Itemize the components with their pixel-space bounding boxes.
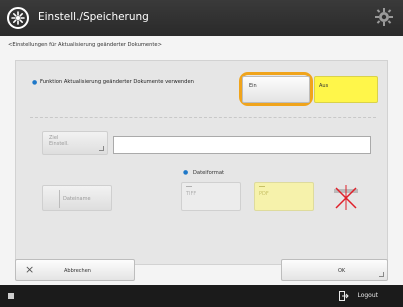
file-name-button[interactable]: Dateiname — [42, 185, 112, 211]
function-setting-label: ● Funktion Aktualisierung geänderter Dok… — [32, 79, 202, 86]
ok-button[interactable]: OK — [281, 259, 388, 281]
destination-button-label: Ziel Einstell. — [49, 135, 69, 147]
bullet-icon: ● — [183, 169, 189, 176]
format-disabled-icon — [334, 185, 358, 210]
logout-button[interactable]: Logout — [357, 292, 378, 299]
function-label-text: Funktion Aktualisierung geänderter Dokum… — [40, 79, 194, 85]
ok-label: OK — [338, 268, 346, 274]
settings-wheel-icon — [7, 7, 29, 29]
off-button-label: Aus — [319, 83, 329, 89]
format-pdf-label: PDF — [259, 191, 269, 197]
status-bar: Logout — [0, 285, 403, 307]
title-bar: Einstell./Speicherung — [0, 0, 403, 36]
destination-settings-button[interactable]: Ziel Einstell. — [42, 131, 108, 155]
separator — [30, 117, 376, 118]
format-pdf-button[interactable]: PDF — [254, 182, 314, 211]
off-button[interactable]: Aus — [314, 76, 378, 103]
file-format-label: ● Dateiformat — [183, 169, 224, 176]
close-icon: × — [25, 263, 35, 276]
on-button-label: Ein — [249, 83, 257, 89]
content-area: <Einstellungen für Aktualisierung geände… — [0, 36, 403, 285]
cancel-label: Abbrechen — [64, 268, 91, 274]
cancel-button[interactable]: × Abbrechen — [15, 259, 135, 281]
page-title: Einstell./Speicherung — [38, 11, 149, 23]
format-tiff-button[interactable]: TIFF — [181, 182, 241, 211]
file-name-label: Dateiname — [63, 196, 91, 202]
logout-icon[interactable] — [339, 291, 349, 301]
format-mark-icon — [259, 186, 265, 187]
gear-icon[interactable] — [375, 8, 393, 26]
on-button[interactable]: Ein — [242, 76, 310, 103]
footer: × Abbrechen OK — [0, 247, 403, 285]
format-mark-icon — [186, 186, 192, 187]
corner-mark-icon — [379, 272, 384, 277]
destination-input[interactable] — [113, 136, 371, 154]
bullet-icon: ● — [32, 79, 38, 86]
divider — [59, 190, 60, 208]
settings-panel: ● Funktion Aktualisierung geänderter Dok… — [15, 60, 388, 265]
status-icon — [8, 293, 14, 299]
breadcrumb: <Einstellungen für Aktualisierung geände… — [8, 42, 162, 48]
corner-mark-icon — [99, 146, 104, 151]
file-format-label-text: Dateiformat — [192, 170, 225, 176]
format-tiff-label: TIFF — [186, 191, 197, 197]
